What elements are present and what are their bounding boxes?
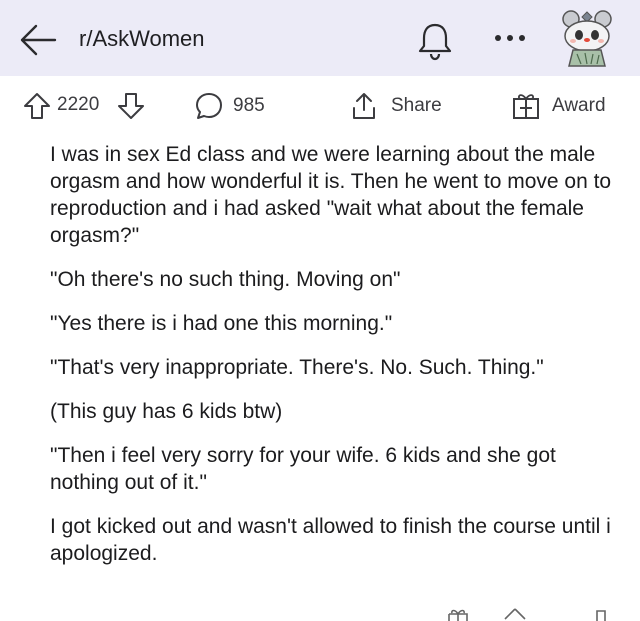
user-avatar[interactable] (555, 6, 621, 70)
award-button[interactable]: Award (510, 86, 606, 126)
share-icon (353, 93, 375, 119)
top-bar: r/AskWomen (0, 0, 640, 76)
post-body: I was in sex Ed class and we were learni… (50, 141, 625, 584)
subreddit-title[interactable]: r/AskWomen (79, 26, 205, 52)
post-paragraph: "Yes there is i had one this morning." (50, 312, 393, 335)
more-dots-icon (495, 35, 525, 41)
back-button[interactable] (18, 22, 58, 58)
bell-icon (418, 23, 452, 61)
notifications-button[interactable] (416, 20, 454, 62)
upvote-button[interactable] (22, 86, 52, 126)
arrow-left-icon (20, 24, 57, 56)
post-paragraph: I got kicked out and wasn't allowed to f… (50, 515, 611, 565)
upvote-arrow-icon (24, 93, 50, 119)
post-paragraph: (This guy has 6 kids btw) (50, 400, 283, 423)
comment-count: 985 (233, 95, 265, 116)
post-action-bar: 2220 985 Share Award (0, 86, 640, 126)
comment-upvote-icon[interactable] (502, 606, 528, 621)
share-label: Share (391, 95, 442, 116)
more-options-button[interactable] (490, 28, 530, 48)
award-label: Award (552, 95, 606, 116)
post-paragraph: "Then i feel very sorry for your wife. 6… (50, 444, 556, 494)
post-paragraph: "That's very inappropriate. There's. No.… (50, 356, 544, 379)
post-paragraph: I was in sex Ed class and we were learni… (50, 143, 612, 247)
avatar-icon (562, 10, 612, 67)
comments-button[interactable]: 985 (193, 86, 265, 126)
vote-score: 2220 (57, 94, 100, 115)
comment-award-icon[interactable] (446, 606, 470, 621)
gift-icon (513, 94, 539, 119)
post-paragraph: "Oh there's no such thing. Moving on" (50, 268, 401, 291)
downvote-arrow-icon (118, 93, 144, 119)
comment-save-icon[interactable] (594, 606, 608, 621)
comment-bubble-icon (196, 93, 222, 119)
downvote-button[interactable] (116, 86, 146, 126)
share-button[interactable]: Share (349, 86, 442, 126)
